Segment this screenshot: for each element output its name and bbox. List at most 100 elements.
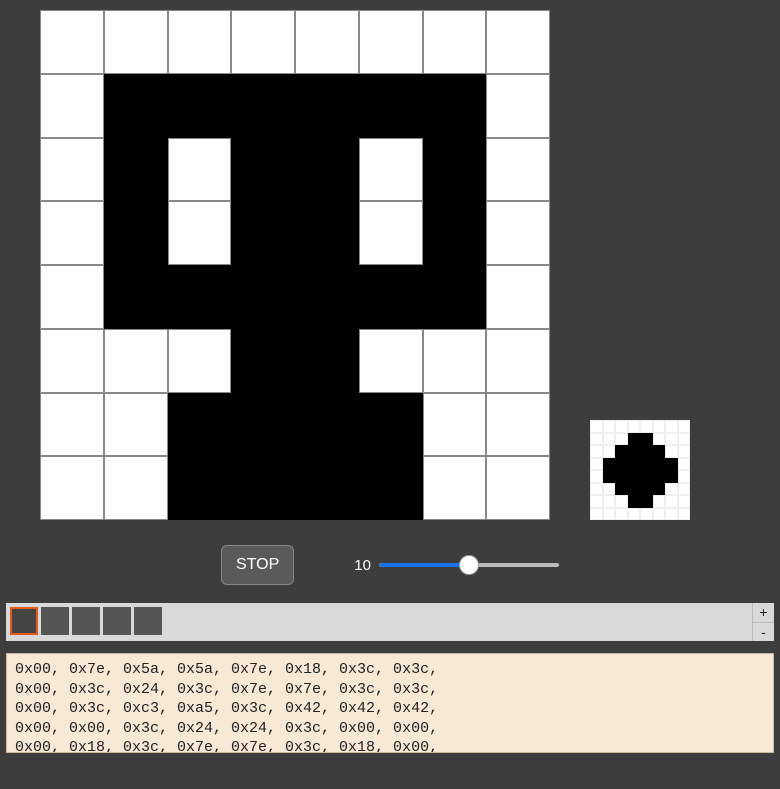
pixel-cell[interactable]	[104, 138, 168, 202]
frames-list	[6, 603, 752, 641]
speed-slider[interactable]	[379, 555, 559, 575]
pixel-cell[interactable]	[40, 329, 104, 393]
pixel-cell[interactable]	[40, 74, 104, 138]
pixel-cell[interactable]	[359, 10, 423, 74]
pixel-cell[interactable]	[423, 201, 487, 265]
pixel-cell[interactable]	[168, 10, 232, 74]
pixel-cell[interactable]	[168, 393, 232, 457]
pixel-cell[interactable]	[295, 456, 359, 520]
pixel-cell[interactable]	[40, 10, 104, 74]
pixel-cell[interactable]	[359, 74, 423, 138]
pixel-cell[interactable]	[295, 393, 359, 457]
preview-cell	[678, 508, 691, 521]
pixel-cell[interactable]	[486, 456, 550, 520]
preview-cell	[628, 470, 641, 483]
pixel-cell[interactable]	[40, 456, 104, 520]
pixel-cell[interactable]	[104, 10, 168, 74]
pixel-cell[interactable]	[231, 265, 295, 329]
preview-cell	[640, 508, 653, 521]
pixel-cell[interactable]	[231, 393, 295, 457]
add-frame-button[interactable]: +	[752, 603, 774, 623]
pixel-cell[interactable]	[359, 201, 423, 265]
frame-thumb[interactable]	[10, 607, 38, 635]
pixel-cell[interactable]	[168, 74, 232, 138]
pixel-cell[interactable]	[423, 393, 487, 457]
preview-cell	[590, 470, 603, 483]
pixel-cell[interactable]	[423, 265, 487, 329]
frame-thumb[interactable]	[103, 607, 131, 635]
pixel-cell[interactable]	[231, 74, 295, 138]
pixel-cell[interactable]	[40, 138, 104, 202]
pixel-cell[interactable]	[40, 265, 104, 329]
pixel-cell[interactable]	[104, 393, 168, 457]
preview-cell	[665, 495, 678, 508]
pixel-cell[interactable]	[104, 329, 168, 393]
pixel-cell[interactable]	[359, 393, 423, 457]
pixel-cell[interactable]	[168, 138, 232, 202]
pixel-cell[interactable]	[40, 201, 104, 265]
pixel-cell[interactable]	[486, 265, 550, 329]
preview-cell	[628, 483, 641, 496]
preview-cell	[653, 470, 666, 483]
pixel-cell[interactable]	[231, 329, 295, 393]
preview-cell	[615, 445, 628, 458]
pixel-cell[interactable]	[486, 138, 550, 202]
pixel-cell[interactable]	[359, 265, 423, 329]
pixel-cell[interactable]	[231, 138, 295, 202]
pixel-cell[interactable]	[295, 201, 359, 265]
pixel-cell[interactable]	[231, 456, 295, 520]
preview-cell	[615, 470, 628, 483]
pixel-cell[interactable]	[359, 138, 423, 202]
pixel-cell[interactable]	[486, 201, 550, 265]
preview-cell	[665, 433, 678, 446]
pixel-cell[interactable]	[486, 10, 550, 74]
pixel-cell[interactable]	[295, 138, 359, 202]
preview-cell	[590, 433, 603, 446]
pixel-editor-grid[interactable]	[40, 10, 550, 520]
preview-cell	[678, 470, 691, 483]
pixel-cell[interactable]	[231, 201, 295, 265]
pixel-cell[interactable]	[486, 329, 550, 393]
preview-grid	[590, 420, 690, 520]
hex-output[interactable]: 0x00, 0x7e, 0x5a, 0x5a, 0x7e, 0x18, 0x3c…	[6, 653, 774, 753]
preview-cell	[653, 483, 666, 496]
pixel-cell[interactable]	[423, 456, 487, 520]
pixel-cell[interactable]	[423, 10, 487, 74]
preview-cell	[615, 433, 628, 446]
frame-thumb[interactable]	[72, 607, 100, 635]
pixel-cell[interactable]	[359, 456, 423, 520]
pixel-cell[interactable]	[486, 393, 550, 457]
pixel-cell[interactable]	[295, 10, 359, 74]
remove-frame-button[interactable]: -	[752, 623, 774, 642]
pixel-cell[interactable]	[486, 74, 550, 138]
preview-cell	[678, 420, 691, 433]
preview-cell	[603, 458, 616, 471]
pixel-cell[interactable]	[168, 456, 232, 520]
preview-cell	[603, 508, 616, 521]
pixel-cell[interactable]	[423, 138, 487, 202]
pixel-cell[interactable]	[295, 329, 359, 393]
pixel-cell[interactable]	[104, 265, 168, 329]
pixel-cell[interactable]	[104, 201, 168, 265]
pixel-cell[interactable]	[295, 265, 359, 329]
pixel-cell[interactable]	[295, 74, 359, 138]
preview-cell	[615, 483, 628, 496]
preview-cell	[615, 508, 628, 521]
frame-thumb[interactable]	[41, 607, 69, 635]
pixel-cell[interactable]	[359, 329, 423, 393]
preview-cell	[678, 495, 691, 508]
pixel-cell[interactable]	[423, 329, 487, 393]
preview-cell	[640, 483, 653, 496]
frame-thumb[interactable]	[134, 607, 162, 635]
pixel-cell[interactable]	[168, 265, 232, 329]
preview-cell	[678, 458, 691, 471]
pixel-cell[interactable]	[231, 10, 295, 74]
pixel-cell[interactable]	[168, 329, 232, 393]
pixel-cell[interactable]	[104, 74, 168, 138]
pixel-cell[interactable]	[168, 201, 232, 265]
preview-cell	[653, 420, 666, 433]
stop-button[interactable]: STOP	[221, 545, 294, 585]
pixel-cell[interactable]	[40, 393, 104, 457]
pixel-cell[interactable]	[104, 456, 168, 520]
pixel-cell[interactable]	[423, 74, 487, 138]
